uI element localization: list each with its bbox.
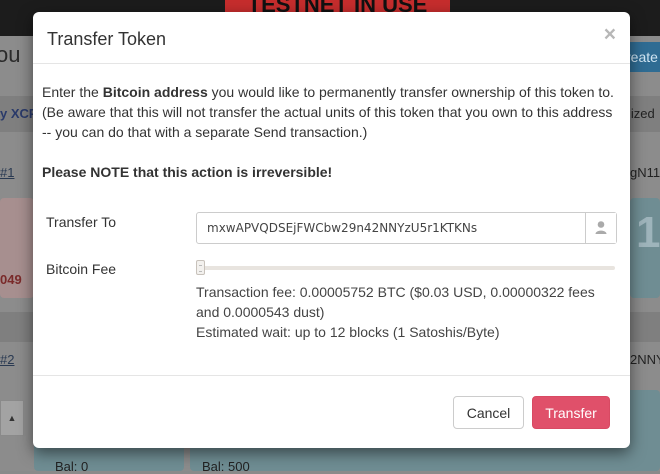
estimated-wait-text: Estimated wait: up to 12 blocks (1 Satos…	[196, 324, 500, 340]
user-icon	[595, 221, 607, 234]
irreversible-note: Please NOTE that this action is irrevers…	[42, 164, 333, 180]
background-link-1: #1	[0, 165, 15, 180]
fee-slider-handle[interactable]	[196, 260, 205, 275]
background-text-1: gN11	[630, 165, 660, 180]
transaction-fee-text: Transaction fee: 0.00005752 BTC ($0.03 U…	[196, 284, 595, 320]
background-heading: ou	[0, 42, 21, 67]
background-text-2: 2NNY	[630, 352, 660, 367]
fee-slider[interactable]	[196, 260, 615, 276]
background-row-text-right: lized	[628, 106, 655, 121]
background-value: 049	[0, 272, 22, 287]
transfer-button[interactable]: Transfer	[532, 396, 610, 429]
transfer-to-label: Transfer To	[46, 214, 117, 230]
background-balance-right: Bal: 500	[202, 459, 250, 474]
transfer-token-dialog: Transfer Token × Enter the Bitcoin addre…	[33, 12, 630, 448]
address-addon[interactable]	[585, 213, 616, 243]
background-scroll-up: ▲	[0, 400, 24, 436]
fee-info: Transaction fee: 0.00005752 BTC ($0.03 U…	[196, 282, 616, 342]
cancel-button[interactable]: Cancel	[453, 396, 524, 429]
fee-slider-track	[196, 266, 615, 270]
intro-text: Enter the Bitcoin address you would like…	[42, 82, 620, 142]
dialog-title: Transfer Token	[47, 29, 167, 49]
background-balance-left: Bal: 0	[55, 459, 89, 474]
background-big-number: 1	[636, 208, 660, 257]
bitcoin-fee-label: Bitcoin Fee	[46, 261, 117, 277]
intro-prefix: Enter the	[42, 84, 103, 100]
address-input-group	[196, 212, 617, 244]
address-input[interactable]	[197, 213, 582, 243]
dialog-header: Transfer Token ×	[33, 12, 630, 64]
intro-bold: Bitcoin address	[102, 84, 208, 100]
close-button[interactable]: ×	[604, 22, 616, 48]
dialog-footer: Cancel Transfer	[33, 375, 630, 448]
background-row-text: y XCP	[0, 106, 38, 121]
background-link-2: #2	[0, 352, 15, 367]
dialog-body: Enter the Bitcoin address you would like…	[33, 64, 630, 375]
